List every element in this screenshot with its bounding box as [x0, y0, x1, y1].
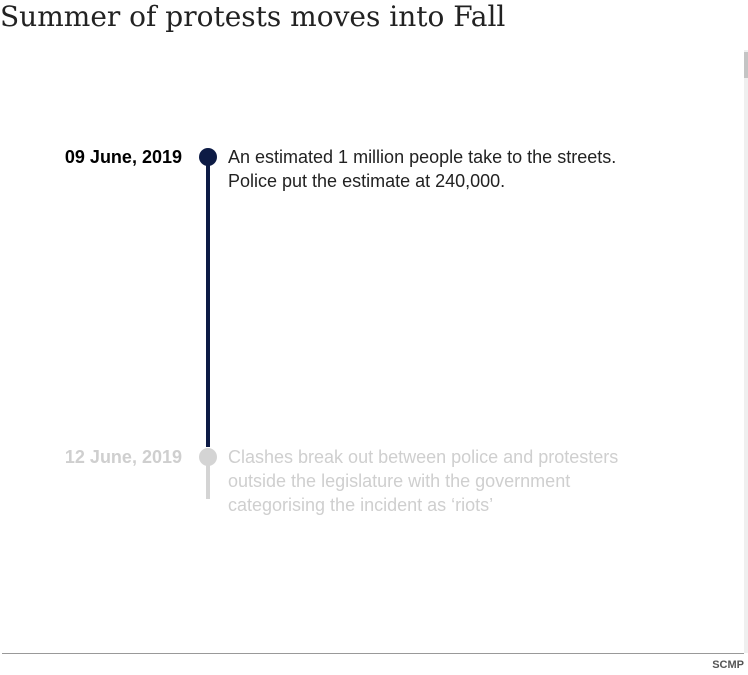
- timeline-marker-dot: [199, 448, 217, 466]
- footer-divider: [2, 653, 744, 654]
- scrollbar[interactable]: [744, 50, 748, 653]
- event-date: 09 June, 2019: [64, 147, 182, 167]
- event-description: Clashes break out between police and pro…: [228, 447, 619, 515]
- source-credit: SCMP: [712, 659, 744, 671]
- timeline-scroll-area[interactable]: 09 June, 2019 An estimated 1 million peo…: [0, 50, 748, 653]
- scrollbar-thumb[interactable]: [744, 52, 748, 78]
- event-date: 12 June, 2019: [64, 447, 182, 467]
- chart-title: Summer of protests moves into Fall: [0, 0, 506, 33]
- timeline-connector-line: [206, 157, 210, 447]
- timeline-marker-dot: [199, 148, 217, 166]
- event-description: An estimated 1 million people take to th…: [228, 147, 617, 191]
